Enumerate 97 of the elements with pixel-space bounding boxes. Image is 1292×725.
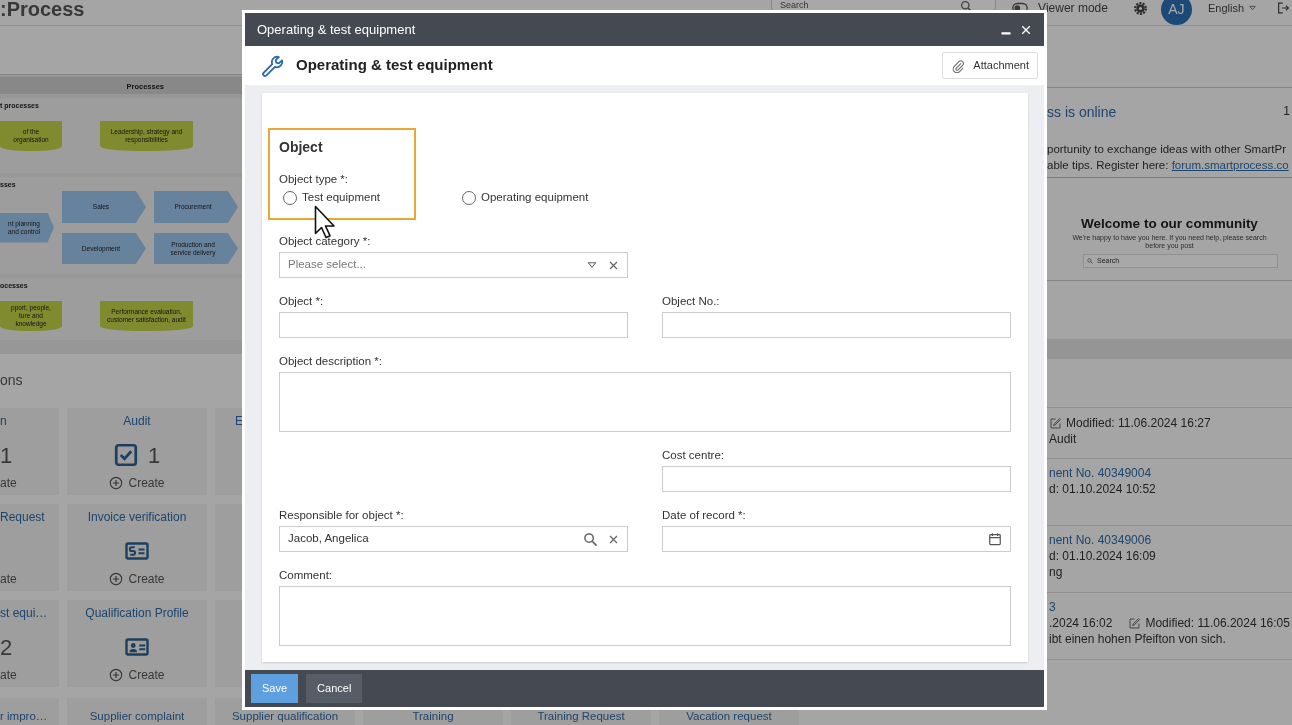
- date-field[interactable]: [662, 526, 1011, 552]
- plus-icon: [109, 572, 124, 586]
- tile-title: Invoice verification: [87, 510, 187, 524]
- clear-icon[interactable]: [608, 259, 619, 271]
- activity-text: ng: [1049, 564, 1063, 580]
- close-icon[interactable]: [1020, 23, 1032, 36]
- plus-icon: [109, 476, 124, 490]
- search-input[interactable]: Search: [780, 0, 961, 10]
- clear-icon[interactable]: [608, 533, 619, 545]
- tile-title: Supplier qualification: [231, 710, 339, 722]
- activity-text: d: 01.10.2024 16:09: [1049, 548, 1156, 564]
- tile-card[interactable]: Request ate: [0, 504, 59, 591]
- field-label: Object *:: [279, 294, 325, 309]
- id-card-icon: [125, 635, 149, 659]
- activity-text: d: 01.10.2024 10:52: [1049, 481, 1156, 497]
- activity-text: ibt einen hohen Pfeifton von sich.: [1049, 631, 1226, 647]
- tile-title: Training: [412, 710, 454, 722]
- wrench-icon: [261, 53, 285, 78]
- language-selector[interactable]: English: [1207, 0, 1257, 16]
- save-button[interactable]: Save: [251, 674, 299, 703]
- form-title: Operating & test equipment: [296, 55, 493, 76]
- tile-card[interactable]: Invoice verification Create: [67, 504, 207, 591]
- create-link[interactable]: Create: [109, 666, 165, 684]
- field-label: Object No.:: [662, 294, 721, 309]
- section-title: Object: [279, 139, 324, 155]
- field-label: Object description *:: [279, 354, 383, 369]
- field-label: Object type *:: [279, 172, 350, 187]
- edit-icon: [1049, 416, 1062, 430]
- tile-count: 1: [147, 441, 161, 470]
- activity-text: .2024 16:02: [1049, 615, 1113, 631]
- search-icon[interactable]: [583, 531, 598, 547]
- create-link[interactable]: ate: [0, 666, 17, 684]
- activity-title[interactable]: nent No. 40349006: [1049, 532, 1152, 548]
- tile-card[interactable]: r impro…: [0, 698, 59, 725]
- news-title[interactable]: ss is online: [1047, 102, 1117, 123]
- field-label: Comment:: [279, 568, 334, 583]
- tile-title: Request: [0, 510, 45, 524]
- logout-icon[interactable]: [1277, 1, 1290, 15]
- tile-card[interactable]: Qualification Profile Create: [67, 600, 207, 687]
- tile-title: E: [235, 414, 242, 428]
- paperclip-icon: [951, 58, 966, 73]
- plus-icon: [109, 668, 124, 682]
- app-logo[interactable]: :Process: [0, 0, 85, 19]
- tile-count: 2: [0, 633, 13, 662]
- section-heading: ons: [0, 372, 24, 388]
- news-text: portunity to exchange ideas with other SmartPr able tips. Register here: forum.smartprocess.co: [1047, 142, 1290, 173]
- dropdown-field[interactable]: Please select...: [279, 252, 628, 278]
- cancel-button[interactable]: Cancel: [306, 674, 363, 703]
- activity-title[interactable]: nent No. 40349004: [1049, 465, 1152, 481]
- lookup-field[interactable]: Jacob, Angelica: [279, 526, 628, 552]
- input-field[interactable]: [662, 466, 1011, 492]
- tile-card[interactable]: n 1 ate: [0, 408, 59, 495]
- create-link[interactable]: ate: [0, 570, 17, 588]
- activity-text: Audit: [1049, 431, 1077, 447]
- attachment-button[interactable]: Attachment: [942, 52, 1038, 79]
- banner-title: Welcome to our community: [1080, 216, 1259, 232]
- checkbox-icon: [113, 443, 138, 467]
- input-field[interactable]: [662, 312, 1011, 338]
- user-avatar[interactable]: AJ: [1160, 0, 1192, 25]
- field-label: Cost centre:: [662, 448, 725, 463]
- search-icon: [1087, 258, 1093, 264]
- field-label: Object category *:: [279, 234, 372, 249]
- tile-card[interactable]: Audit 1 Create: [67, 408, 207, 495]
- caret-icon: [586, 259, 598, 271]
- modified-date: Modified: 11.06.2024 16:27: [1066, 415, 1211, 431]
- news-count: 1: [1283, 103, 1291, 120]
- activity-item[interactable]: Modified: 11.06.2024 16:27 Audit: [1047, 407, 1292, 459]
- radio-option[interactable]: Test equipment: [279, 189, 458, 207]
- tile-count: 1: [0, 441, 13, 470]
- field-label: Responsible for object *:: [279, 508, 405, 523]
- activity-title[interactable]: 3: [1049, 599, 1056, 615]
- tile-title: n: [0, 414, 7, 428]
- tile-title: Training Request: [537, 710, 625, 722]
- tile-card[interactable]: st equi… 2 ate: [0, 600, 59, 687]
- input-field[interactable]: [279, 312, 628, 338]
- tile-card[interactable]: Supplier complaint: [67, 698, 207, 725]
- tile-title: Vacation request: [686, 710, 772, 722]
- create-link[interactable]: Create: [109, 474, 165, 492]
- calendar-icon[interactable]: [988, 532, 1002, 546]
- invoice-icon: [125, 539, 149, 563]
- tile-title: Audit: [123, 414, 151, 428]
- tile-title: Qualification Profile: [85, 606, 189, 620]
- create-link[interactable]: ate: [0, 474, 17, 492]
- tile-card[interactable]: E: [215, 408, 242, 495]
- modified-date: Modified: 11.06.2024 16:05: [1145, 615, 1290, 631]
- radio-option[interactable]: Operating equipment: [458, 189, 637, 207]
- forum-link[interactable]: forum.smartprocess.co: [1171, 159, 1289, 171]
- settings-icon[interactable]: [1132, 1, 1148, 16]
- tile-title: Supplier complaint: [89, 710, 185, 722]
- create-link[interactable]: Create: [109, 570, 165, 588]
- dialog-title: Operating & test equipment: [257, 20, 416, 39]
- search-icon: [960, 0, 974, 13]
- field-label: Date of record *:: [662, 508, 747, 523]
- tile-title: st equi…: [0, 606, 48, 620]
- tile-title: r impro…: [0, 710, 48, 722]
- mouse-pointer-icon: [314, 205, 336, 239]
- edit-icon: [1128, 616, 1142, 630]
